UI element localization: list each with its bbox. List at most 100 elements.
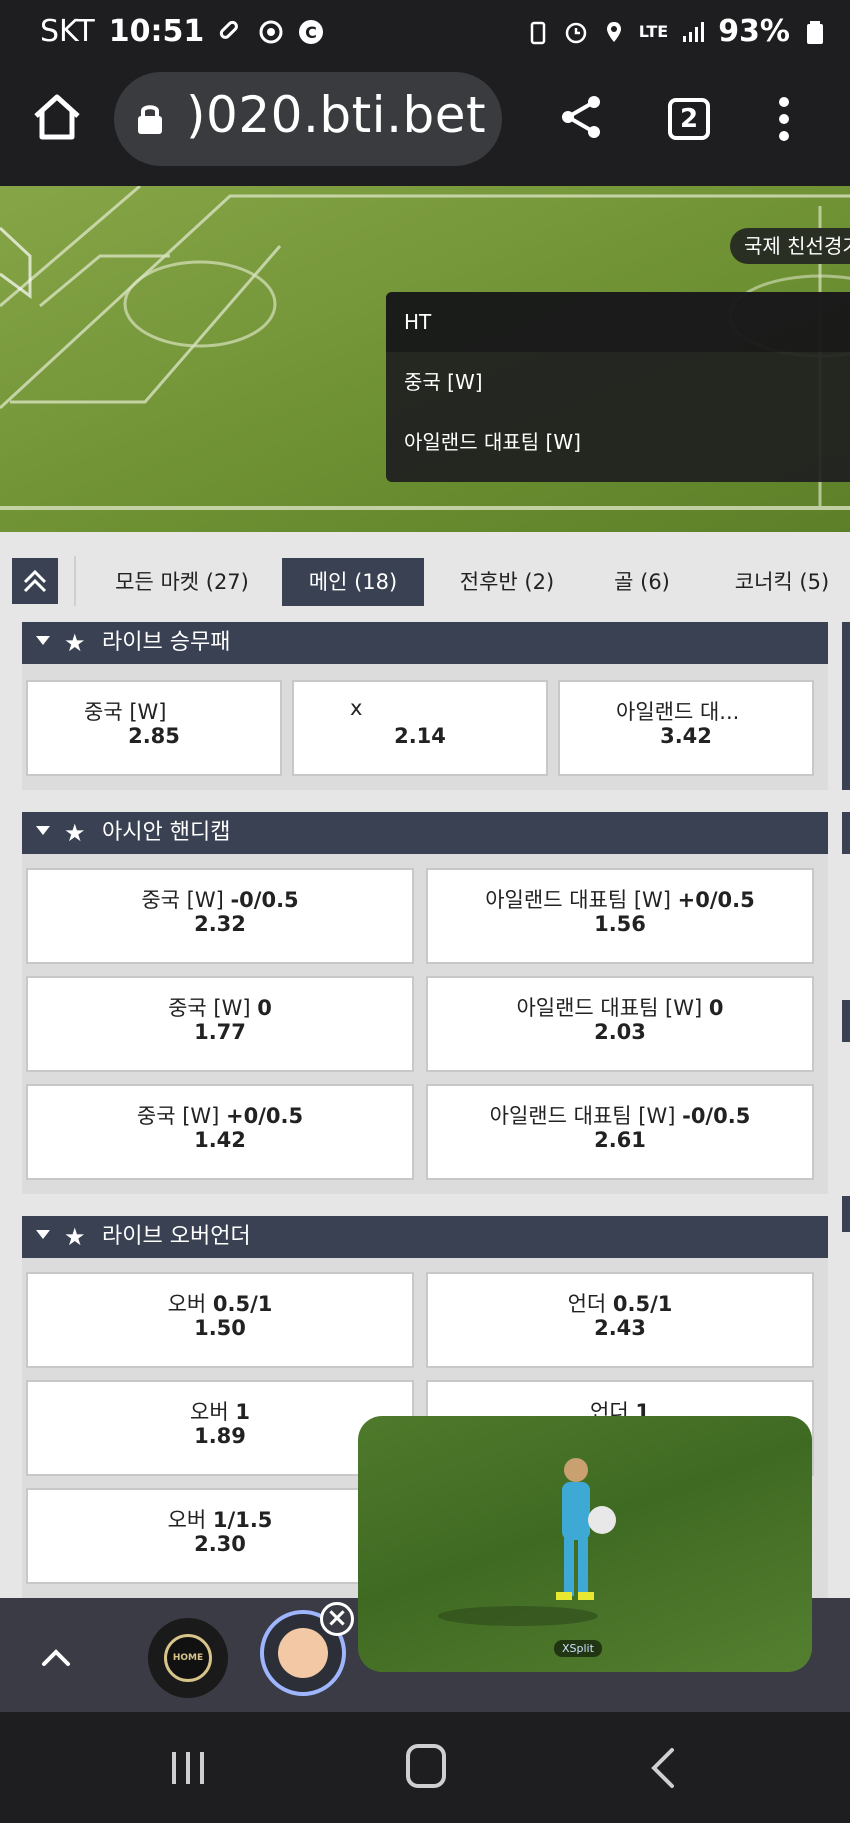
collapse-up-icon[interactable] (12, 558, 58, 604)
address-bar[interactable]: )020.bti.bet (114, 72, 502, 166)
caret-down-icon (36, 1230, 50, 1239)
odds-line: 1/1.5 (212, 1508, 273, 1532)
home-nav-icon[interactable] (406, 1744, 446, 1788)
tab-main[interactable]: 메인 (18) (282, 558, 424, 606)
clock: 10:51 (108, 14, 205, 49)
odds-button[interactable]: 언더 0.5/1 2.43 (426, 1272, 814, 1368)
match-hero: 국제 친선경기 HT 중국 [W] 아일랜드 대표팀 [W] (0, 186, 850, 532)
pip-watermark: XSplit (554, 1640, 602, 1657)
tab-goals[interactable]: 골 (6) (600, 558, 684, 606)
odds-line: 0.5/1 (612, 1292, 673, 1316)
odds-team: 오버 (167, 1508, 207, 1532)
side-panel-edge (842, 812, 850, 854)
status-bar: SKT 10:51 C LTE 93% (0, 0, 850, 62)
close-icon[interactable]: × (320, 1602, 354, 1636)
chevron-up-icon[interactable] (36, 1638, 76, 1678)
odds-team: 중국 [W] (168, 996, 251, 1020)
odds-value: 1.56 (594, 912, 646, 936)
odds-team: 언더 (567, 1292, 607, 1316)
odds-line: 0 (257, 996, 272, 1020)
odds-label: 아일랜드 대... (616, 700, 740, 724)
battery-percent: 93% (718, 14, 790, 49)
odds-button[interactable]: 아일랜드 대표팀 [W] 0 2.03 (426, 976, 814, 1072)
home-icon[interactable] (30, 90, 84, 144)
odds-button[interactable]: 중국 [W] +0/0.5 1.42 (26, 1084, 414, 1180)
side-panel-edge (842, 622, 850, 790)
odds-button[interactable]: 아일랜드 대... 3.42 (558, 680, 814, 776)
side-panel-edge (842, 1196, 850, 1232)
video-frame (438, 1458, 616, 1626)
odds-button[interactable]: 아일랜드 대표팀 [W] -0/0.5 2.61 (426, 1084, 814, 1180)
url-text[interactable]: )020.bti.bet (186, 86, 486, 144)
alarm-icon (565, 22, 587, 43)
signal-icon (683, 21, 705, 42)
scoreboard: HT 중국 [W] 아일랜드 대표팀 [W] (386, 292, 850, 482)
back-icon[interactable] (646, 1746, 682, 1790)
c-app-icon: C (299, 19, 324, 44)
odds-button[interactable]: 아일랜드 대표팀 [W] +0/0.5 1.56 (426, 868, 814, 964)
more-menu-icon[interactable] (770, 94, 798, 144)
side-panel-edge (842, 1000, 850, 1042)
odds-value: 2.03 (594, 1020, 646, 1044)
odds-team: 오버 (190, 1400, 229, 1424)
competition-tag: 국제 친선경기 (730, 228, 850, 264)
odds-button[interactable]: 오버 1 1.89 (26, 1380, 414, 1476)
odds-line: -0/0.5 (230, 888, 299, 912)
odds-team: 중국 [W] (141, 888, 224, 912)
odds-button[interactable]: x 2.14 (292, 680, 548, 776)
odds-line: -0/0.5 (682, 1104, 751, 1128)
tab-all-markets[interactable]: 모든 마켓 (27) (100, 558, 264, 606)
section-header-over-under[interactable]: ★ 라이브 오버언더 (22, 1216, 828, 1258)
video-pip[interactable]: XSplit (358, 1416, 812, 1672)
market-tabs: 모든 마켓 (27) 메인 (18) 전후반 (2) 골 (6) 코너킥 (5) (0, 546, 850, 616)
odds-button[interactable]: 중국 [W] 2.85 (26, 680, 282, 776)
odds-label: x (350, 696, 363, 720)
home-app-bubble[interactable]: HOME (148, 1618, 228, 1698)
link-icon (220, 20, 239, 39)
odds-team: 아일랜드 대표팀 [W] (516, 996, 703, 1020)
chat-bubble[interactable]: × (260, 1602, 354, 1696)
caret-down-icon (36, 826, 50, 835)
odds-team: 중국 [W] (136, 1104, 220, 1128)
odds-line: 0 (708, 996, 724, 1020)
star-icon[interactable]: ★ (64, 1216, 86, 1258)
recents-icon[interactable] (168, 1748, 208, 1788)
tab-divider (74, 556, 76, 606)
odds-line: +0/0.5 (677, 888, 755, 912)
odds-value: 2.14 (394, 724, 446, 748)
section-title: 라이브 승무패 (102, 630, 231, 655)
caret-down-icon (36, 636, 50, 645)
battery-icon (807, 20, 823, 44)
odds-button[interactable]: 중국 [W] -0/0.5 2.32 (26, 868, 414, 964)
tab-halves[interactable]: 전후반 (2) (446, 558, 568, 606)
system-nav-bar (0, 1712, 850, 1823)
odds-button[interactable]: 오버 0.5/1 1.50 (26, 1272, 414, 1368)
chrome-icon (259, 20, 283, 43)
odds-value: 2.61 (594, 1128, 646, 1152)
scoreboard-home-team: 중국 [W] (404, 370, 483, 394)
share-icon[interactable] (556, 92, 606, 142)
star-icon[interactable]: ★ (64, 812, 86, 854)
section-header-match-result[interactable]: ★ 라이브 승무패 (22, 622, 828, 664)
home-logo: HOME (164, 1634, 212, 1682)
star-icon[interactable]: ★ (64, 622, 86, 664)
section-body-match-result: 중국 [W] 2.85 x 2.14 아일랜드 대... 3.42 (22, 664, 828, 790)
carrier-label: SKT (40, 14, 95, 49)
odds-value: 1.77 (194, 1020, 246, 1044)
tab-corners[interactable]: 코너킥 (5) (722, 558, 842, 606)
scoreboard-header: HT (386, 292, 850, 352)
odds-value: 1.50 (194, 1316, 246, 1340)
odds-value: 2.30 (194, 1532, 246, 1556)
battery-saver-icon (530, 21, 546, 44)
section-header-asian-handicap[interactable]: ★ 아시안 핸디캡 (22, 812, 828, 854)
odds-value: 1.42 (194, 1128, 246, 1152)
network-type: LTE (638, 22, 669, 41)
odds-line: 1 (235, 1400, 250, 1424)
odds-value: 2.85 (128, 724, 180, 748)
tab-switcher-button[interactable]: 2 (668, 98, 710, 140)
lock-icon (138, 105, 162, 134)
odds-team: 아일랜드 대표팀 [W] (489, 1104, 676, 1128)
odds-button[interactable]: 중국 [W] 0 1.77 (26, 976, 414, 1072)
odds-button[interactable]: 오버 1/1.5 2.30 (26, 1488, 414, 1584)
bubble-avatar (278, 1628, 328, 1678)
